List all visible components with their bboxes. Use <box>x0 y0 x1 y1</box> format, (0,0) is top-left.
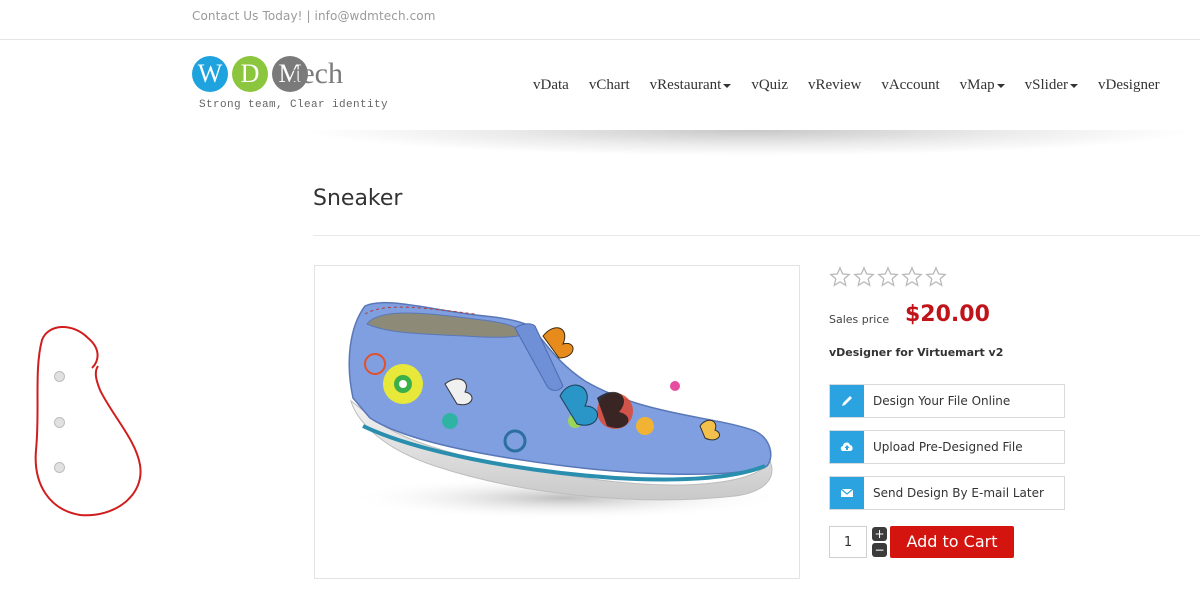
nav-label: vDesigner <box>1097 77 1160 93</box>
add-to-cart-button[interactable]: Add to Cart <box>890 526 1014 558</box>
logo-suffix: tech <box>293 57 343 90</box>
product-title: Sneaker <box>313 186 403 211</box>
cloud-upload-icon <box>830 431 864 463</box>
nav-label: vReview <box>807 77 862 93</box>
star-empty-icon[interactable] <box>925 266 947 288</box>
sales-price-label: Sales price <box>829 313 890 326</box>
envelope-icon <box>830 477 864 509</box>
logo-letter-d: D <box>232 56 268 92</box>
star-empty-icon[interactable] <box>877 266 899 288</box>
caret-down-icon <box>996 83 1005 88</box>
nav-label: vRestaurant <box>649 77 722 93</box>
pencil-icon <box>830 385 864 417</box>
rating-stars[interactable] <box>829 266 949 288</box>
logo-letter-w: W <box>192 56 228 92</box>
quantity-plus-button[interactable]: + <box>872 527 887 541</box>
nav-label: vChart <box>588 77 630 93</box>
quantity-input[interactable]: 1 <box>829 526 867 558</box>
logo-tagline: Strong team, Clear identity <box>199 99 389 111</box>
caret-down-icon <box>723 83 732 88</box>
star-empty-icon[interactable] <box>829 266 851 288</box>
upload-file-label: Upload Pre-Designed File <box>873 440 1023 454</box>
sneaker-illustration <box>345 301 785 520</box>
nav-item-vrestaurant[interactable]: vRestaurant <box>650 77 732 94</box>
nav-item-vreview[interactable]: vReview <box>808 77 861 94</box>
send-email-label: Send Design By E-mail Later <box>873 486 1044 500</box>
nav-item-vdesigner[interactable]: vDesigner <box>1098 77 1160 94</box>
product-image[interactable] <box>314 265 800 579</box>
star-empty-icon[interactable] <box>853 266 875 288</box>
header-shadow <box>300 130 1200 156</box>
nav-label: vMap <box>959 77 995 93</box>
title-divider <box>313 235 1200 236</box>
nav-item-vquiz[interactable]: vQuiz <box>751 77 788 94</box>
product-subtitle: vDesigner for Virtuemart v2 <box>829 346 1004 359</box>
send-email-button[interactable]: Send Design By E-mail Later <box>829 476 1065 510</box>
site-logo[interactable]: W D M tech Strong team, Clear identity <box>192 56 392 114</box>
nav-item-vaccount[interactable]: vAccount <box>881 77 939 94</box>
design-online-label: Design Your File Online <box>873 394 1011 408</box>
nav-item-vchart[interactable]: vChart <box>589 77 630 94</box>
upload-file-button[interactable]: Upload Pre-Designed File <box>829 430 1065 464</box>
nav-label: vData <box>533 77 569 93</box>
nav-item-vdata[interactable]: vData <box>533 77 569 94</box>
main-nav: vData vChart vRestaurant vQuiz vReview v… <box>533 77 1180 94</box>
caret-down-icon <box>1069 83 1078 88</box>
nav-label: vAccount <box>881 77 940 93</box>
star-empty-icon[interactable] <box>901 266 923 288</box>
nav-item-vmap[interactable]: vMap <box>960 77 1005 94</box>
top-contact-bar: Contact Us Today! | info@wdmtech.com <box>0 0 1200 40</box>
quantity-minus-button[interactable]: − <box>872 543 887 557</box>
nav-label: vQuiz <box>751 77 788 93</box>
product-price: $20.00 <box>905 302 990 327</box>
nav-label: vSlider <box>1024 77 1068 93</box>
contact-text: Contact Us Today! | info@wdmtech.com <box>192 9 436 23</box>
design-online-button[interactable]: Design Your File Online <box>829 384 1065 418</box>
red-annotation-outline <box>34 326 142 517</box>
nav-item-vslider[interactable]: vSlider <box>1025 77 1078 94</box>
